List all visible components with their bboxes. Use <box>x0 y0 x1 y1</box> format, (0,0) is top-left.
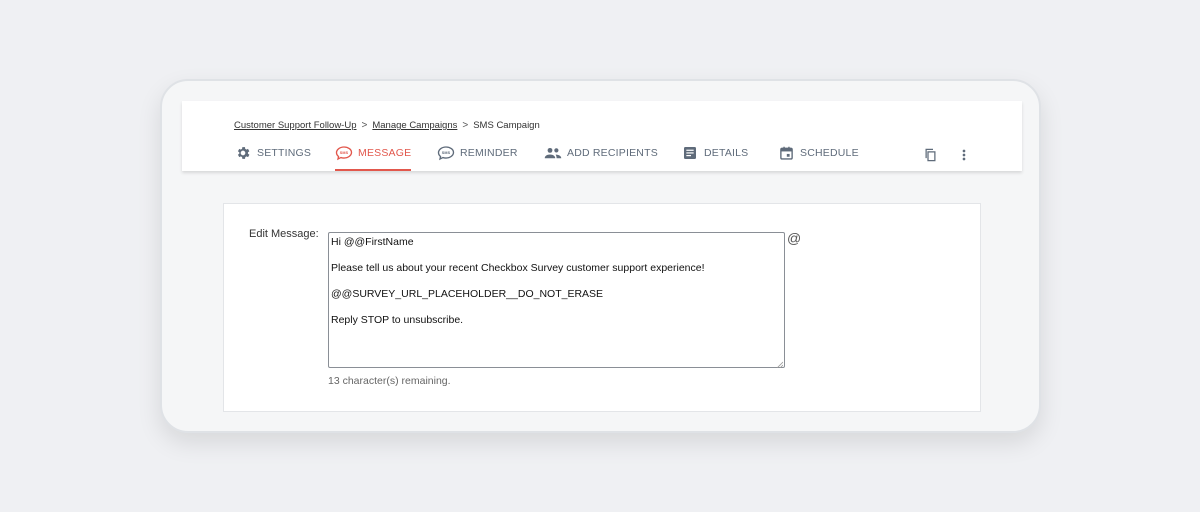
message-line: @@SURVEY_URL_PLACEHOLDER__DO_NOT_ERASE <box>331 288 604 300</box>
tab-reminder[interactable]: SMS REMINDER <box>437 145 518 171</box>
list-details-icon <box>681 145 699 161</box>
sms-bubble-icon: SMS <box>437 145 455 161</box>
more-vertical-icon[interactable] <box>956 147 972 163</box>
tab-label: MESSAGE <box>358 147 412 159</box>
message-editor-card: Edit Message: Hi @@FirstName Please tell… <box>223 203 981 412</box>
tab-label: DETAILS <box>704 147 749 159</box>
tab-settings[interactable]: SETTINGS <box>234 145 311 171</box>
characters-remaining: 13 character(s) remaining. <box>328 375 451 387</box>
message-line: Reply STOP to unsubscribe. <box>331 314 464 326</box>
breadcrumb-current: SMS Campaign <box>473 120 540 131</box>
sms-bubble-icon: SMS <box>335 145 353 161</box>
tab-label: SCHEDULE <box>800 147 859 159</box>
header-actions <box>922 147 972 163</box>
svg-text:SMS: SMS <box>442 151 451 155</box>
tab-details[interactable]: DETAILS <box>681 145 748 171</box>
app-window: Customer Support Follow-Up > Manage Camp… <box>160 79 1041 433</box>
svg-text:SMS: SMS <box>340 151 349 155</box>
calendar-icon <box>777 145 795 161</box>
message-line: Hi @@FirstName <box>331 236 414 248</box>
gear-icon <box>234 145 252 161</box>
message-textarea[interactable]: Hi @@FirstName Please tell us about your… <box>328 232 785 369</box>
outer-frame: Customer Support Follow-Up > Manage Camp… <box>0 0 1200 512</box>
tab-add-recipients[interactable]: ADD RECIPIENTS <box>544 145 658 171</box>
insert-token-at-icon[interactable]: @ <box>787 230 801 246</box>
tab-message[interactable]: SMS MESSAGE <box>335 145 412 171</box>
copy-icon[interactable] <box>922 147 938 163</box>
breadcrumb-survey-link[interactable]: Customer Support Follow-Up <box>234 120 357 131</box>
header-bar: Customer Support Follow-Up > Manage Camp… <box>182 101 1022 171</box>
message-line: Please tell us about your recent Checkbo… <box>331 262 705 274</box>
tab-label: REMINDER <box>460 147 518 159</box>
resize-handle-icon[interactable] <box>776 359 784 369</box>
edit-message-label: Edit Message: <box>249 228 319 240</box>
breadcrumb: Customer Support Follow-Up > Manage Camp… <box>234 120 540 131</box>
tab-label: SETTINGS <box>257 147 312 159</box>
tab-schedule[interactable]: SCHEDULE <box>777 145 859 171</box>
chevron-right-icon: > <box>361 120 368 131</box>
tab-label: ADD RECIPIENTS <box>567 147 658 159</box>
breadcrumb-manage-campaigns-link[interactable]: Manage Campaigns <box>372 120 457 131</box>
people-icon <box>544 145 562 161</box>
chevron-right-icon: > <box>462 120 469 131</box>
